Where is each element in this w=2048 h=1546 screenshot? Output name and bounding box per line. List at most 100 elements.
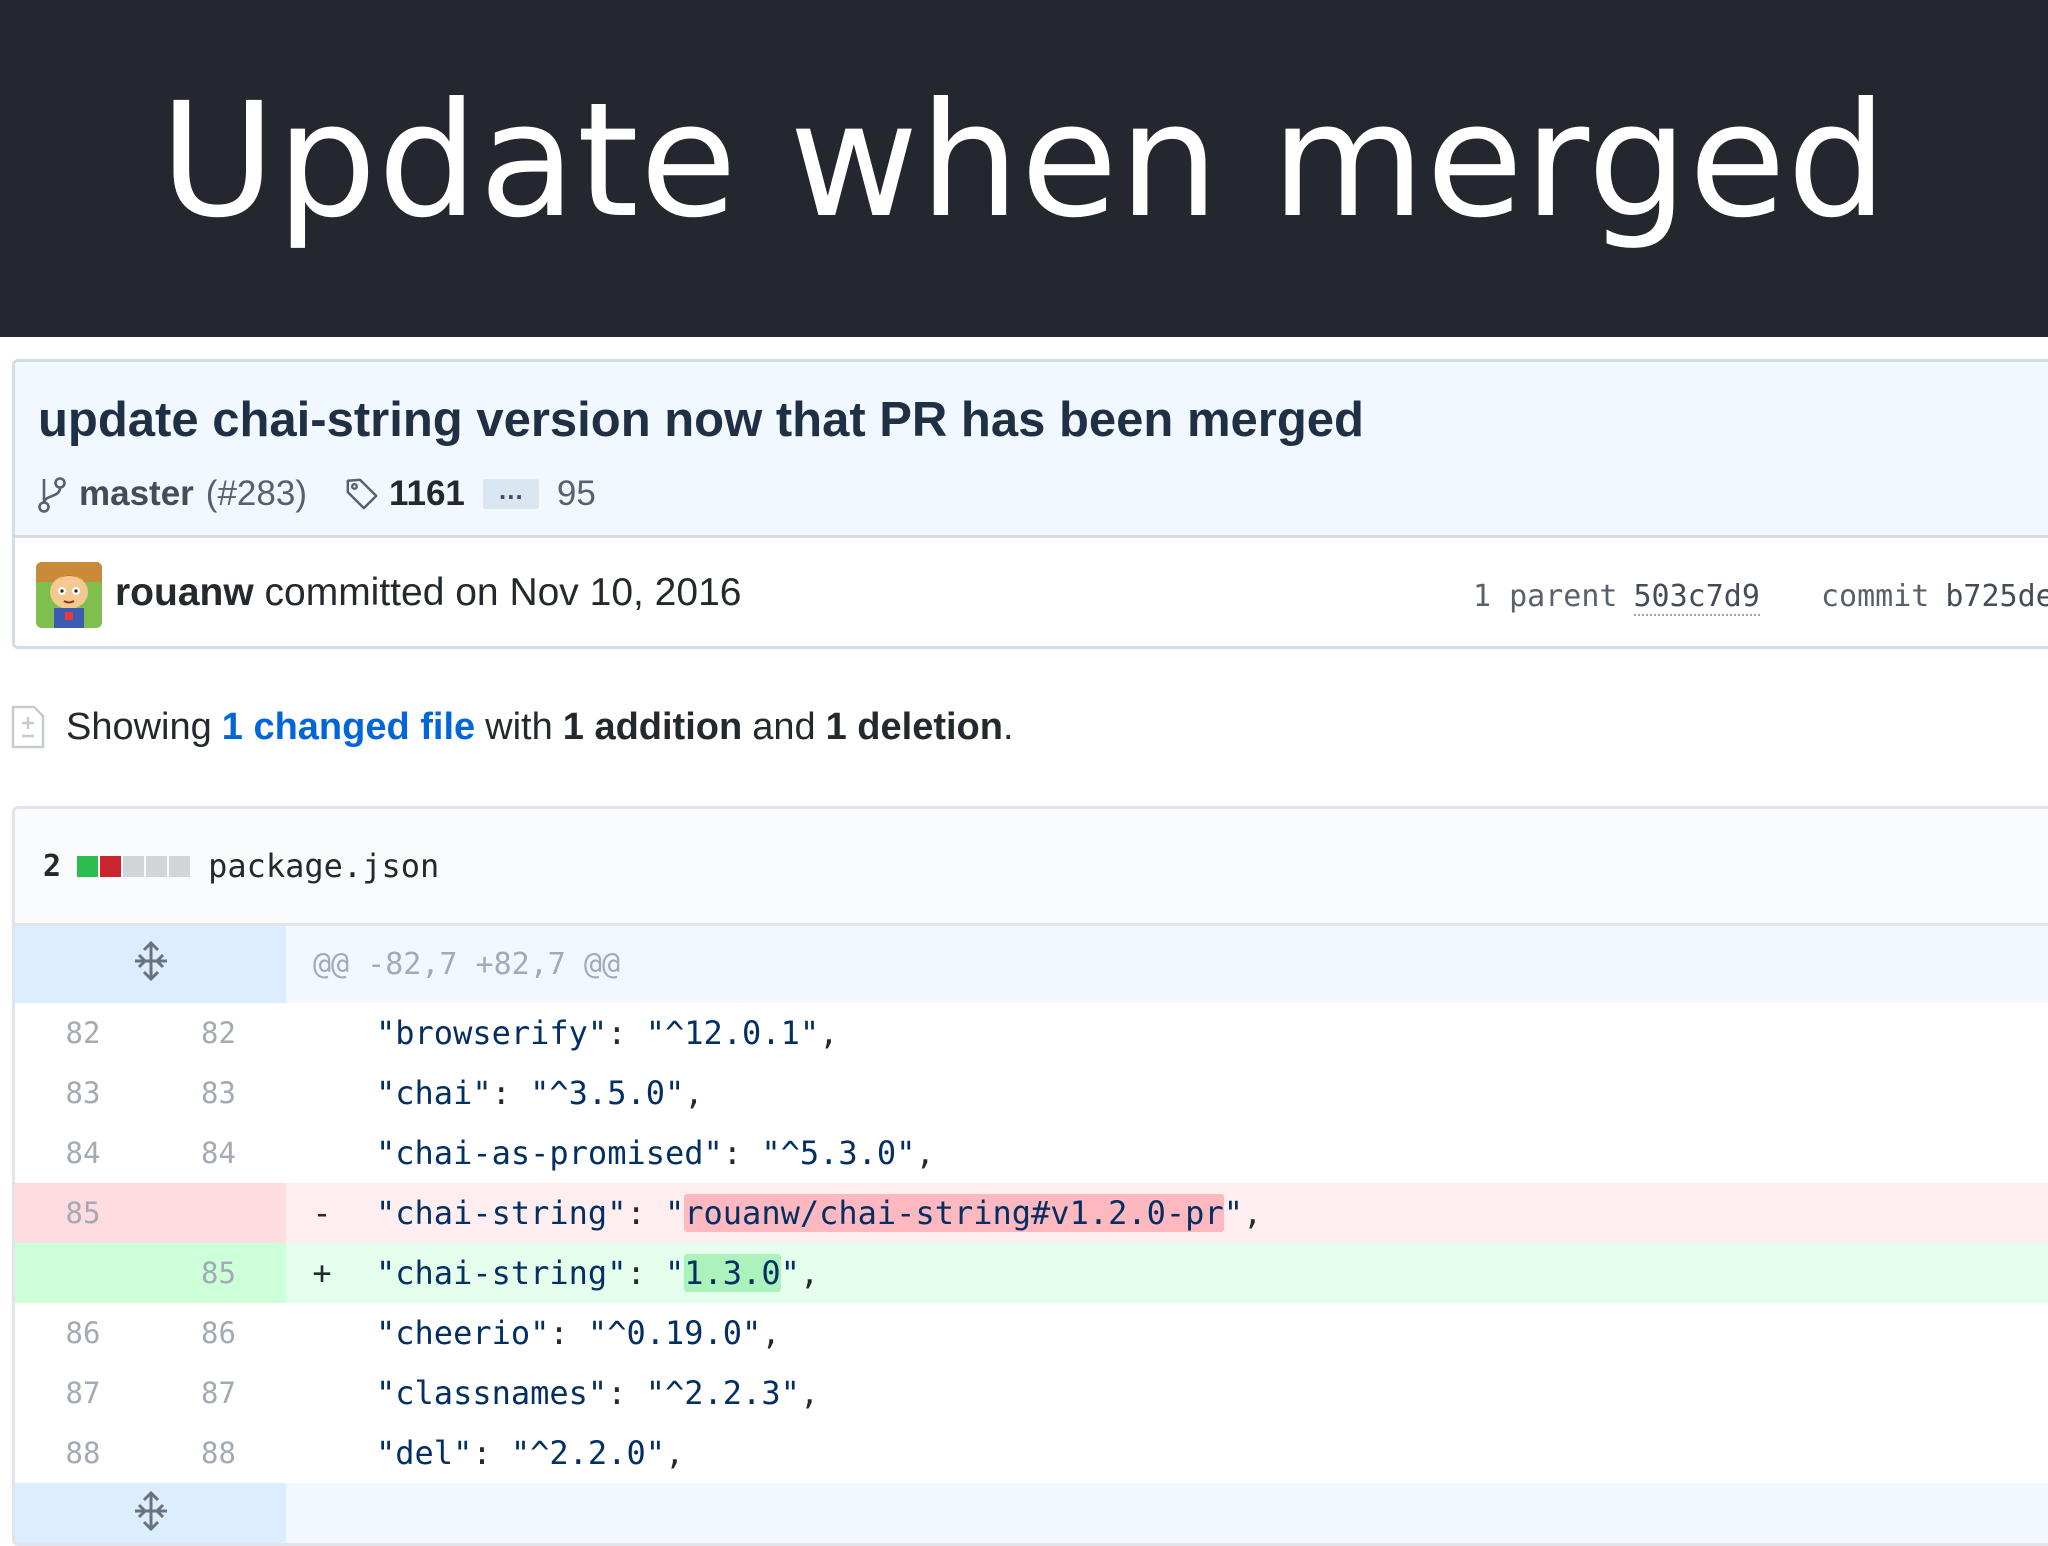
diff-sign [286, 1123, 346, 1183]
expand-tags-button[interactable]: … [482, 477, 539, 509]
summary-with: with [485, 705, 553, 748]
json-key: "chai-string" [376, 1194, 627, 1232]
json-comma: , [915, 1134, 935, 1172]
file-name-link[interactable]: package.json [208, 847, 439, 885]
context-line: 88 88 "del": "^2.2.0", [15, 1423, 2048, 1483]
old-line-number[interactable]: 82 [15, 1003, 151, 1063]
changed-value-highlight: 1.3.0 [684, 1254, 781, 1292]
old-line-number[interactable]: 86 [15, 1303, 151, 1363]
diff-sign [286, 1063, 346, 1123]
old-line-number[interactable]: 85 [15, 1183, 151, 1243]
file-diff-icon [10, 704, 46, 750]
slide-title: Update when merged [159, 68, 1889, 253]
json-key: "chai-string" [376, 1254, 627, 1292]
context-line: 84 84 "chai-as-promised": "^5.3.0", [15, 1123, 2048, 1183]
json-separator: : [607, 1014, 646, 1052]
json-comma: , [799, 1374, 820, 1412]
tag-icon [345, 475, 379, 513]
hunk-header-row: @@ -82,7 +82,7 @@ [15, 926, 2048, 1003]
commit-sha: b725de9 [1945, 579, 2048, 614]
code-line: "chai-string": " 1.3.0 ", [346, 1243, 819, 1303]
diff-summary: Showing 1 changed file with 1 addition a… [10, 697, 1014, 757]
new-line-number[interactable] [151, 1183, 286, 1243]
slide-header: Update when merged [0, 0, 2048, 337]
json-quote: " [664, 1194, 685, 1232]
expand-down-button[interactable] [15, 1483, 286, 1543]
new-line-number[interactable]: 86 [151, 1303, 286, 1363]
diff-sign: - [312, 1194, 332, 1232]
new-line-number[interactable]: 84 [151, 1123, 286, 1183]
changes-count: 2 [43, 848, 62, 884]
summary-and: and [752, 705, 816, 748]
old-line-number[interactable]: 84 [15, 1123, 151, 1183]
json-key: "cheerio" [376, 1314, 550, 1352]
json-value: "^12.0.1" [645, 1014, 820, 1052]
new-line-number[interactable]: 83 [151, 1063, 286, 1123]
diffstat-neutral-block [169, 855, 191, 877]
commit-info: commit b725de9 [1821, 579, 2048, 614]
json-comma: , [684, 1074, 704, 1112]
context-line: 82 82 "browserify": "^12.0.1", [15, 1003, 2048, 1063]
file-header: 2 package.json [15, 809, 2048, 926]
pr-link[interactable]: (#283) [206, 474, 307, 514]
deletions-count: 1 deletion [825, 705, 1003, 748]
tag-link[interactable]: 1161 [389, 474, 465, 514]
avatar[interactable] [36, 562, 102, 628]
committed-text: committed on Nov 10, 2016 [264, 571, 742, 614]
expand-up-button[interactable] [15, 926, 286, 1003]
branch-link[interactable]: master [79, 474, 194, 514]
changed-files-link[interactable]: 1 changed file [222, 706, 475, 749]
json-value: "^5.3.0" [761, 1134, 916, 1172]
author-link[interactable]: rouanw [115, 571, 254, 614]
diff-sign [286, 1363, 346, 1423]
deleted-line: 85- "chai-string": " rouanw/chai-string#v1… [15, 1183, 2048, 1243]
json-key: "chai" [376, 1074, 492, 1112]
diff-sign [286, 1003, 346, 1063]
git-branch-icon [35, 475, 69, 513]
context-line: 87 87 "classnames": "^2.2.3", [15, 1363, 2048, 1423]
file-diff: 2 package.json @@ -82,7 +82,7 @@ 82 82 "br… [12, 806, 2048, 1546]
old-line-number[interactable]: 87 [15, 1363, 151, 1423]
changed-value-highlight: rouanw/chai-string#v1.2.0-pr [684, 1194, 1224, 1232]
json-separator: : [626, 1254, 665, 1292]
code-line: "chai": "^3.5.0", [346, 1063, 704, 1123]
diff-sign: + [312, 1254, 332, 1292]
json-quote: " [664, 1254, 685, 1292]
commit-header: update chai-string version now that PR h… [15, 362, 2048, 538]
new-line-number[interactable]: 87 [151, 1363, 286, 1423]
new-line-number[interactable]: 82 [151, 1003, 286, 1063]
code-line: "chai-string": " rouanw/chai-string#v1.2.… [346, 1183, 1262, 1243]
code-line: "del": "^2.2.0", [346, 1423, 684, 1483]
json-key: "chai-as-promised" [376, 1134, 723, 1172]
diff-sign [286, 1423, 346, 1483]
unfold-icon [131, 1490, 171, 1539]
old-line-number[interactable]: 83 [15, 1063, 151, 1123]
json-separator: : [607, 1374, 646, 1412]
json-comma: , [799, 1254, 820, 1292]
json-key: "browserify" [376, 1014, 608, 1052]
commit-meta: master (#283) 1161 … 95 [35, 469, 596, 519]
json-separator: : [491, 1074, 531, 1112]
old-line-number[interactable]: 88 [15, 1423, 151, 1483]
commit-author-row: rouanw committed on Nov 10, 2016 1 paren… [15, 538, 2048, 646]
new-line-number[interactable]: 85 [151, 1243, 286, 1303]
diffstat-added-block [77, 855, 99, 877]
summary-suffix: . [1002, 705, 1014, 748]
json-separator: : [549, 1314, 588, 1352]
diff-sign [286, 1303, 346, 1363]
diffstat-deleted-block [100, 855, 122, 877]
added-line: 85 + "chai-string": " 1.3.0 ", [15, 1243, 2048, 1303]
additions-count: 1 addition [562, 705, 743, 748]
context-line: 83 83 "chai": "^3.5.0", [15, 1063, 2048, 1123]
json-key: "del" [376, 1434, 473, 1472]
parent-sha-link[interactable]: 503c7d9 [1633, 579, 1760, 616]
json-value: "^2.2.0" [510, 1434, 665, 1472]
json-separator: : [722, 1134, 762, 1172]
new-line-number[interactable]: 88 [151, 1423, 286, 1483]
old-line-number[interactable] [15, 1243, 151, 1303]
json-separator: : [626, 1194, 665, 1232]
more-tags-count[interactable]: 95 [557, 474, 596, 514]
json-comma: , [664, 1434, 685, 1472]
diffstat [77, 855, 191, 877]
json-comma: , [1242, 1194, 1263, 1232]
